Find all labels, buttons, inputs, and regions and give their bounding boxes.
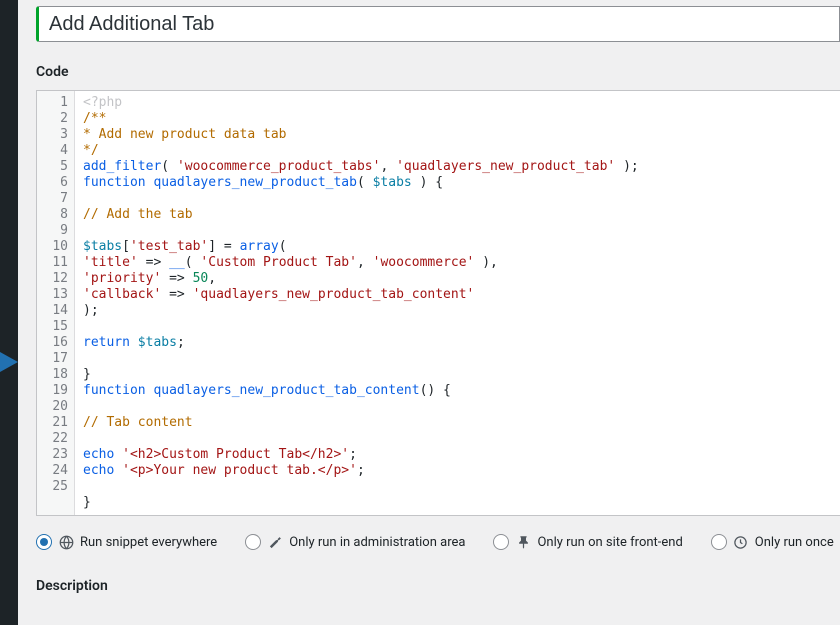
snippet-title-input[interactable] (49, 13, 829, 36)
snippet-title-bar (36, 6, 840, 42)
php-open-tag: <?php (83, 95, 122, 110)
pin-icon (515, 534, 531, 550)
run-admin-label: Only run in administration area (289, 535, 465, 550)
run-frontend-option[interactable]: Only run on site front-end (493, 534, 682, 550)
run-once-label: Only run once (755, 535, 834, 550)
main-content: Code 1 2 3 4 5 6 7 8 9 10 11 12 13 14 15… (18, 0, 840, 625)
run-admin-option[interactable]: Only run in administration area (245, 534, 465, 550)
run-frontend-label: Only run on site front-end (537, 535, 682, 550)
admin-sidebar (0, 0, 18, 625)
code-body[interactable]: <?php /** * Add new product data tab */ … (75, 91, 840, 515)
code-section-label: Code (36, 64, 840, 80)
run-everywhere-label: Run snippet everywhere (80, 535, 217, 550)
sidebar-collapse-notch[interactable] (0, 352, 18, 372)
run-scope-options: Run snippet everywhere Only run in admin… (36, 534, 840, 550)
clock-icon (733, 534, 749, 550)
code-gutter: 1 2 3 4 5 6 7 8 9 10 11 12 13 14 15 16 1… (37, 91, 75, 515)
wrench-icon (267, 534, 283, 550)
radio-icon (711, 534, 727, 550)
code-editor[interactable]: 1 2 3 4 5 6 7 8 9 10 11 12 13 14 15 16 1… (36, 90, 840, 516)
radio-icon (245, 534, 261, 550)
run-everywhere-option[interactable]: Run snippet everywhere (36, 534, 217, 550)
globe-icon (58, 534, 74, 550)
radio-icon (493, 534, 509, 550)
description-section-label: Description (36, 578, 840, 594)
radio-icon (36, 534, 52, 550)
run-once-option[interactable]: Only run once (711, 534, 834, 550)
